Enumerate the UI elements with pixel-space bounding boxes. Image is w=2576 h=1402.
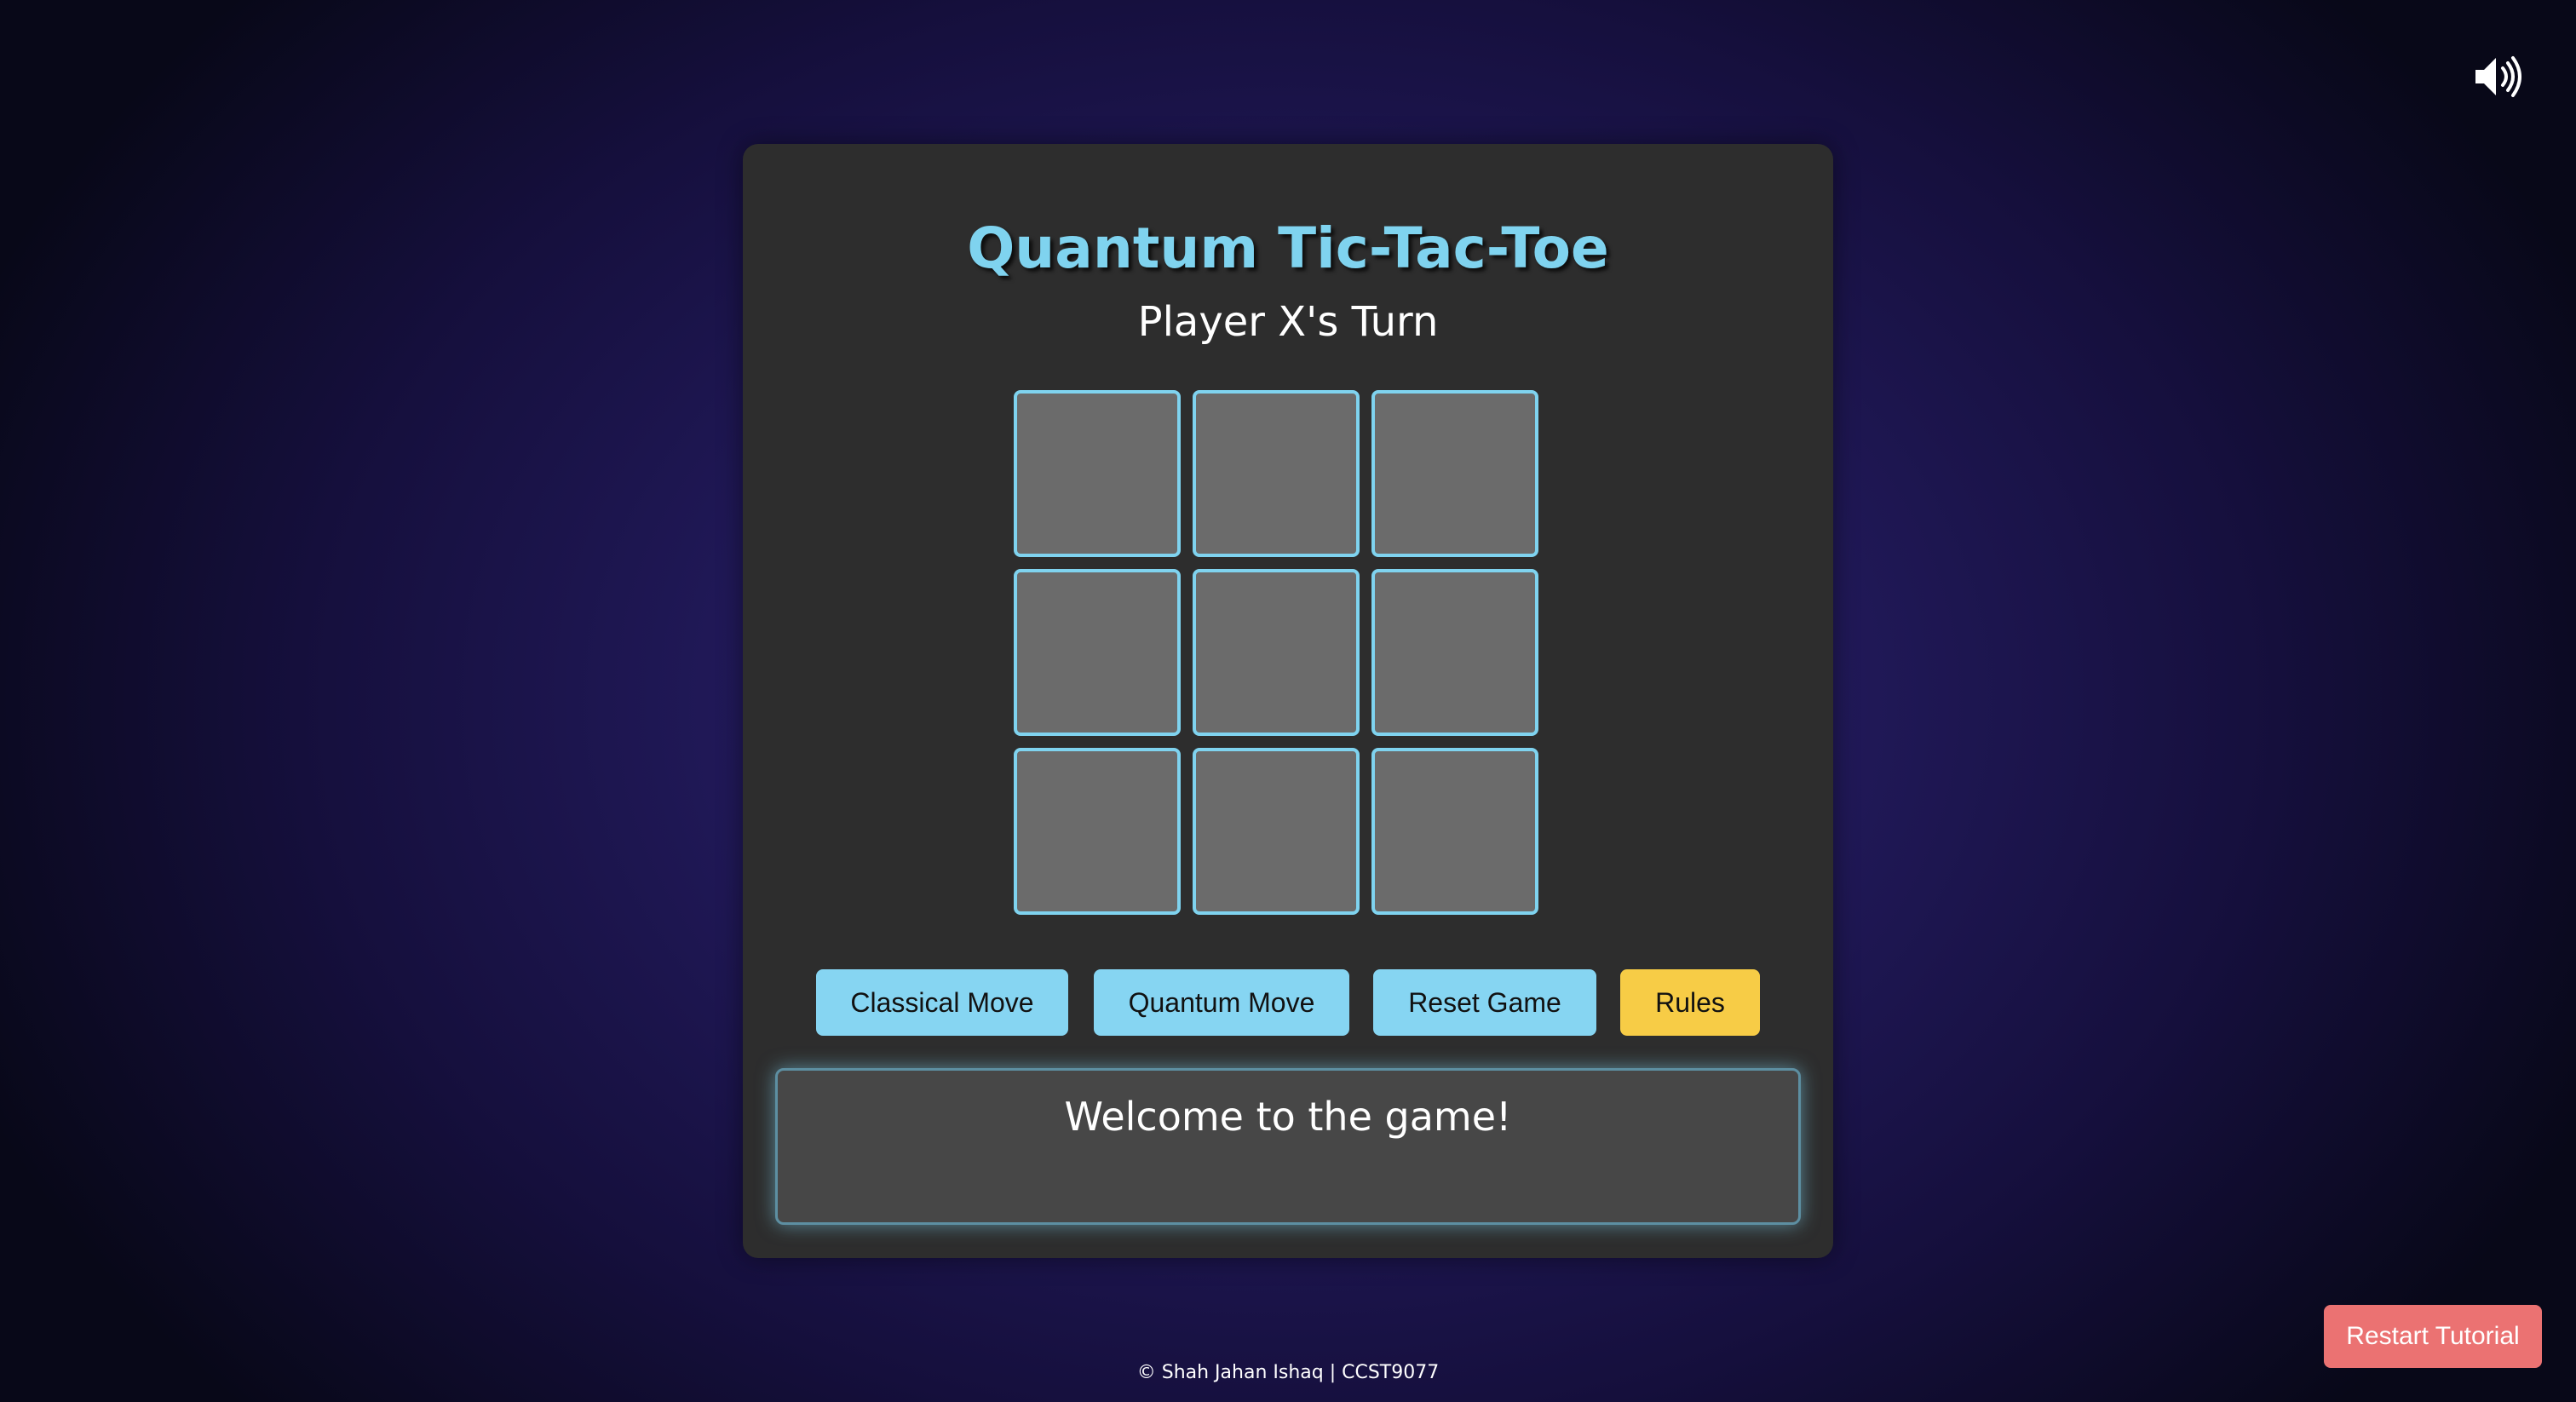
game-title: Quantum Tic-Tac-Toe	[967, 215, 1609, 281]
board-cell-4[interactable]	[1193, 569, 1360, 736]
status-message: Welcome to the game!	[1064, 1094, 1512, 1140]
board-cell-5[interactable]	[1371, 569, 1538, 736]
board-cell-3[interactable]	[1014, 569, 1181, 736]
board-cell-1[interactable]	[1193, 390, 1360, 557]
quantum-move-button[interactable]: Quantum Move	[1094, 969, 1349, 1036]
speaker-volume-icon	[2475, 56, 2521, 97]
board-cell-6[interactable]	[1014, 748, 1181, 915]
game-board	[1014, 390, 1545, 922]
rules-button[interactable]: Rules	[1620, 969, 1760, 1036]
turn-status: Player X's Turn	[1137, 298, 1439, 346]
classical-move-button[interactable]: Classical Move	[816, 969, 1068, 1036]
message-panel: Welcome to the game!	[775, 1068, 1801, 1225]
sound-toggle-button[interactable]	[2470, 49, 2525, 104]
board-cell-8[interactable]	[1371, 748, 1538, 915]
board-cell-2[interactable]	[1371, 390, 1538, 557]
footer-credit: © Shah Jahan Ishaq | CCST9077	[1136, 1362, 1440, 1383]
reset-game-button[interactable]: Reset Game	[1373, 969, 1596, 1036]
board-cell-0[interactable]	[1014, 390, 1181, 557]
board-cell-7[interactable]	[1193, 748, 1360, 915]
